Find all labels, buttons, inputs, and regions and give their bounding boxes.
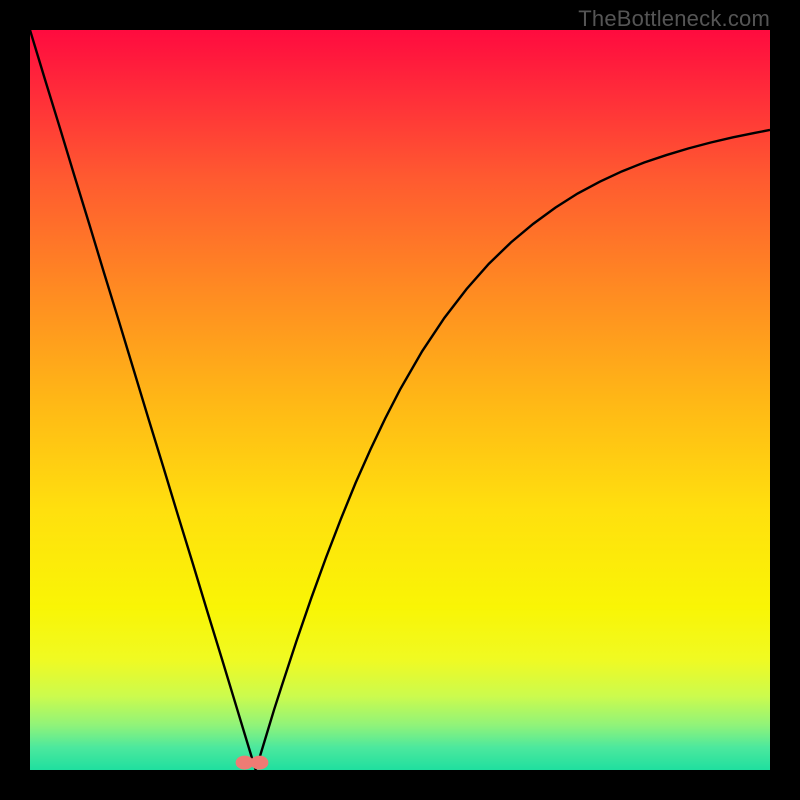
sweet-spot-marker: [250, 756, 268, 770]
outer-black-frame: TheBottleneck.com: [0, 0, 800, 800]
gradient-background: [30, 30, 770, 770]
bottleneck-chart: [30, 30, 770, 770]
plot-area: [30, 30, 770, 770]
watermark-text: TheBottleneck.com: [578, 6, 770, 32]
